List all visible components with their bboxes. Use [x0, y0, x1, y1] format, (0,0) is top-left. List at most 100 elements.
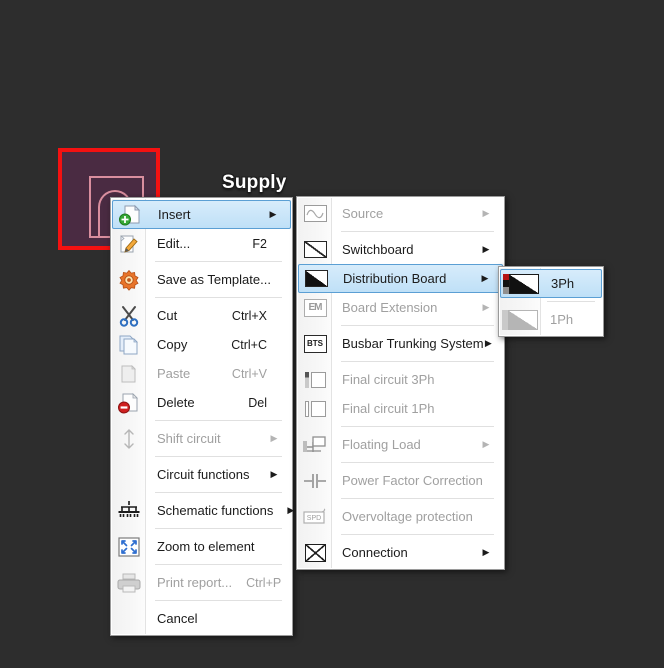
chevron-right-icon: ▶	[270, 469, 278, 479]
board-1ph-icon	[500, 307, 540, 333]
menu-item-final-circuit-1ph: Final circuit 1Ph	[298, 394, 503, 423]
final-circuit-3ph-icon	[298, 367, 332, 393]
menu-item-label: Switchboard	[342, 242, 414, 257]
menu-item-connection[interactable]: Connection ▶	[298, 538, 503, 567]
menu-item-label: Overvoltage protection	[342, 509, 473, 524]
gear-icon	[112, 267, 146, 293]
chevron-right-icon: ▶	[484, 338, 492, 348]
menu-item-label: Zoom to element	[157, 539, 255, 554]
power-factor-icon	[298, 468, 332, 494]
edit-icon	[112, 231, 146, 257]
zoom-icon	[112, 534, 146, 560]
menu-item-cancel[interactable]: Cancel	[112, 604, 291, 633]
menu-separator	[155, 297, 282, 298]
svg-text:SPD: SPD	[307, 515, 321, 522]
blank-icon	[112, 462, 146, 488]
chevron-right-icon: ▶	[270, 433, 278, 443]
menu-item-label: Copy	[157, 337, 188, 352]
final-circuit-1ph-icon	[298, 396, 332, 422]
chevron-right-icon: ▶	[482, 208, 490, 218]
menu-separator	[155, 564, 282, 565]
supply-label: Supply	[222, 172, 287, 193]
menu-item-floating-load: Floating Load ▶	[298, 430, 503, 459]
bts-icon: BTS	[298, 331, 332, 357]
menu-item-switchboard[interactable]: Switchboard ▶	[298, 235, 503, 264]
chevron-right-icon: ▶	[482, 439, 490, 449]
menu-item-label: Shift circuit	[157, 431, 221, 446]
board-extension-icon: EM	[298, 295, 332, 321]
menu-item-label: Busbar Trunking System	[342, 336, 484, 351]
menu-item-overvoltage-protection: SPD Overvoltage protection	[298, 502, 503, 531]
insert-submenu[interactable]: Source ▶ Switchboard ▶ Distribution Board ▶ EM…	[296, 196, 505, 570]
menu-item-cut[interactable]: Cut Ctrl+X	[112, 301, 291, 330]
chevron-right-icon: ▶	[482, 302, 490, 312]
menu-separator	[341, 325, 494, 326]
menu-item-label: Power Factor Correction	[342, 473, 483, 488]
menu-item-accelerator: Ctrl+P	[246, 575, 282, 590]
menu-item-1ph: 1Ph	[500, 305, 602, 334]
menu-separator	[155, 492, 282, 493]
spd-icon: SPD	[298, 504, 332, 530]
distribution-board-phase-submenu[interactable]: 3Ph 1Ph	[498, 266, 604, 337]
menu-separator	[341, 462, 494, 463]
menu-item-insert[interactable]: Insert ▶	[112, 200, 291, 229]
menu-item-save-as-template[interactable]: Save as Template...	[112, 265, 291, 294]
menu-separator	[155, 261, 282, 262]
menu-separator	[155, 600, 282, 601]
menu-separator	[341, 498, 494, 499]
chevron-right-icon: ▶	[481, 273, 489, 283]
chevron-right-icon: ▶	[482, 244, 490, 254]
menu-item-distribution-board[interactable]: Distribution Board ▶	[298, 264, 503, 293]
chevron-right-icon: ▶	[482, 547, 490, 557]
menu-item-power-factor-correction: Power Factor Correction	[298, 466, 503, 495]
menu-item-label: 3Ph	[551, 276, 575, 291]
paste-icon	[112, 361, 146, 387]
menu-item-accelerator: Ctrl+X	[231, 308, 267, 323]
menu-item-busbar-trunking-system[interactable]: BTS Busbar Trunking System ▶	[298, 329, 503, 358]
blank-icon	[112, 606, 146, 632]
switchboard-icon	[298, 237, 332, 263]
menu-item-delete[interactable]: Delete Del	[112, 388, 291, 417]
menu-separator	[155, 420, 282, 421]
menu-item-accelerator: Del	[248, 395, 267, 410]
printer-icon	[112, 570, 146, 596]
board-3ph-icon	[501, 271, 541, 297]
menu-item-final-circuit-3ph: Final circuit 3Ph	[298, 365, 503, 394]
menu-item-copy[interactable]: Copy Ctrl+C	[112, 330, 291, 359]
menu-item-label: Source	[342, 206, 384, 221]
chevron-right-icon: ▶	[269, 209, 277, 219]
menu-item-label: Floating Load	[342, 437, 421, 452]
menu-item-label: 1Ph	[550, 312, 574, 327]
menu-item-label: Cut	[157, 308, 178, 323]
menu-item-label: Final circuit 1Ph	[342, 401, 435, 416]
menu-item-label: Schematic functions	[157, 503, 274, 518]
floating-load-icon	[298, 432, 332, 458]
insert-icon	[113, 202, 147, 228]
menu-item-3ph[interactable]: 3Ph	[500, 269, 602, 298]
menu-item-circuit-functions[interactable]: Circuit functions ▶	[112, 460, 291, 489]
menu-item-label: Final circuit 3Ph	[342, 372, 435, 387]
menu-separator	[341, 361, 494, 362]
delete-icon	[112, 390, 146, 416]
menu-item-accelerator: Ctrl+V	[231, 366, 267, 381]
updown-arrow-icon	[112, 426, 146, 452]
menu-item-label: Insert	[158, 207, 191, 222]
menu-item-schematic-functions[interactable]: Schematic functions ▶	[112, 496, 295, 525]
menu-item-accelerator: Ctrl+C	[231, 337, 267, 352]
menu-item-label: Cancel	[157, 611, 198, 626]
menu-item-zoom-to-element[interactable]: Zoom to element	[112, 532, 291, 561]
element-context-menu[interactable]: Insert ▶ Edit... F2 Save as Template... Cut Ct…	[110, 197, 295, 636]
scissors-icon	[112, 303, 146, 329]
menu-item-label: Connection	[342, 545, 408, 560]
chevron-right-icon: ▶	[287, 505, 295, 515]
menu-item-source: Source ▶	[298, 199, 503, 228]
menu-separator	[341, 231, 494, 232]
menu-item-label: Circuit functions	[157, 467, 250, 482]
menu-item-edit[interactable]: Edit... F2	[112, 229, 291, 258]
distribution-board-icon	[299, 266, 333, 292]
source-icon	[298, 201, 332, 227]
menu-item-label: Delete	[157, 395, 195, 410]
menu-item-label: Print report...	[157, 575, 233, 590]
menu-separator	[341, 426, 494, 427]
menu-item-shift-circuit: Shift circuit ▶	[112, 424, 291, 453]
